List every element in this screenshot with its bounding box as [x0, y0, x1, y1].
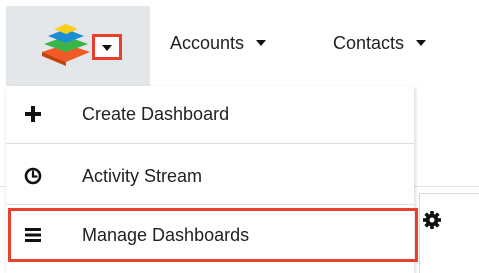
gear-icon[interactable] — [423, 211, 441, 229]
plus-icon — [25, 106, 41, 122]
caret-down-icon[interactable] — [256, 40, 267, 46]
home-dropdown-menu: Create Dashboard Activity Stream Manage … — [6, 86, 418, 273]
caret-down-icon[interactable] — [416, 40, 427, 46]
menu-item-activity-stream[interactable]: Activity Stream — [6, 154, 414, 198]
tab-contacts[interactable]: Contacts — [333, 31, 427, 55]
dashlet-panel — [419, 193, 479, 273]
menu-divider — [6, 143, 414, 144]
menu-item-label: Create Dashboard — [82, 104, 230, 124]
clock-icon — [24, 167, 42, 185]
tab-contacts-label: Contacts — [333, 33, 405, 53]
menu-item-create-dashboard[interactable]: Create Dashboard — [6, 92, 414, 136]
menu-item-label: Activity Stream — [82, 166, 203, 186]
home-menu-area[interactable] — [6, 6, 150, 86]
tab-accounts[interactable]: Accounts — [170, 31, 267, 55]
caret-down-icon — [102, 45, 112, 51]
sugar-cube-logo-icon[interactable] — [40, 22, 96, 68]
highlight-box — [8, 208, 418, 262]
home-menu-toggle-button[interactable] — [92, 34, 122, 60]
menu-divider — [6, 204, 414, 205]
top-navigation-bar: Accounts Contacts — [0, 0, 479, 86]
tab-accounts-label: Accounts — [170, 33, 245, 53]
